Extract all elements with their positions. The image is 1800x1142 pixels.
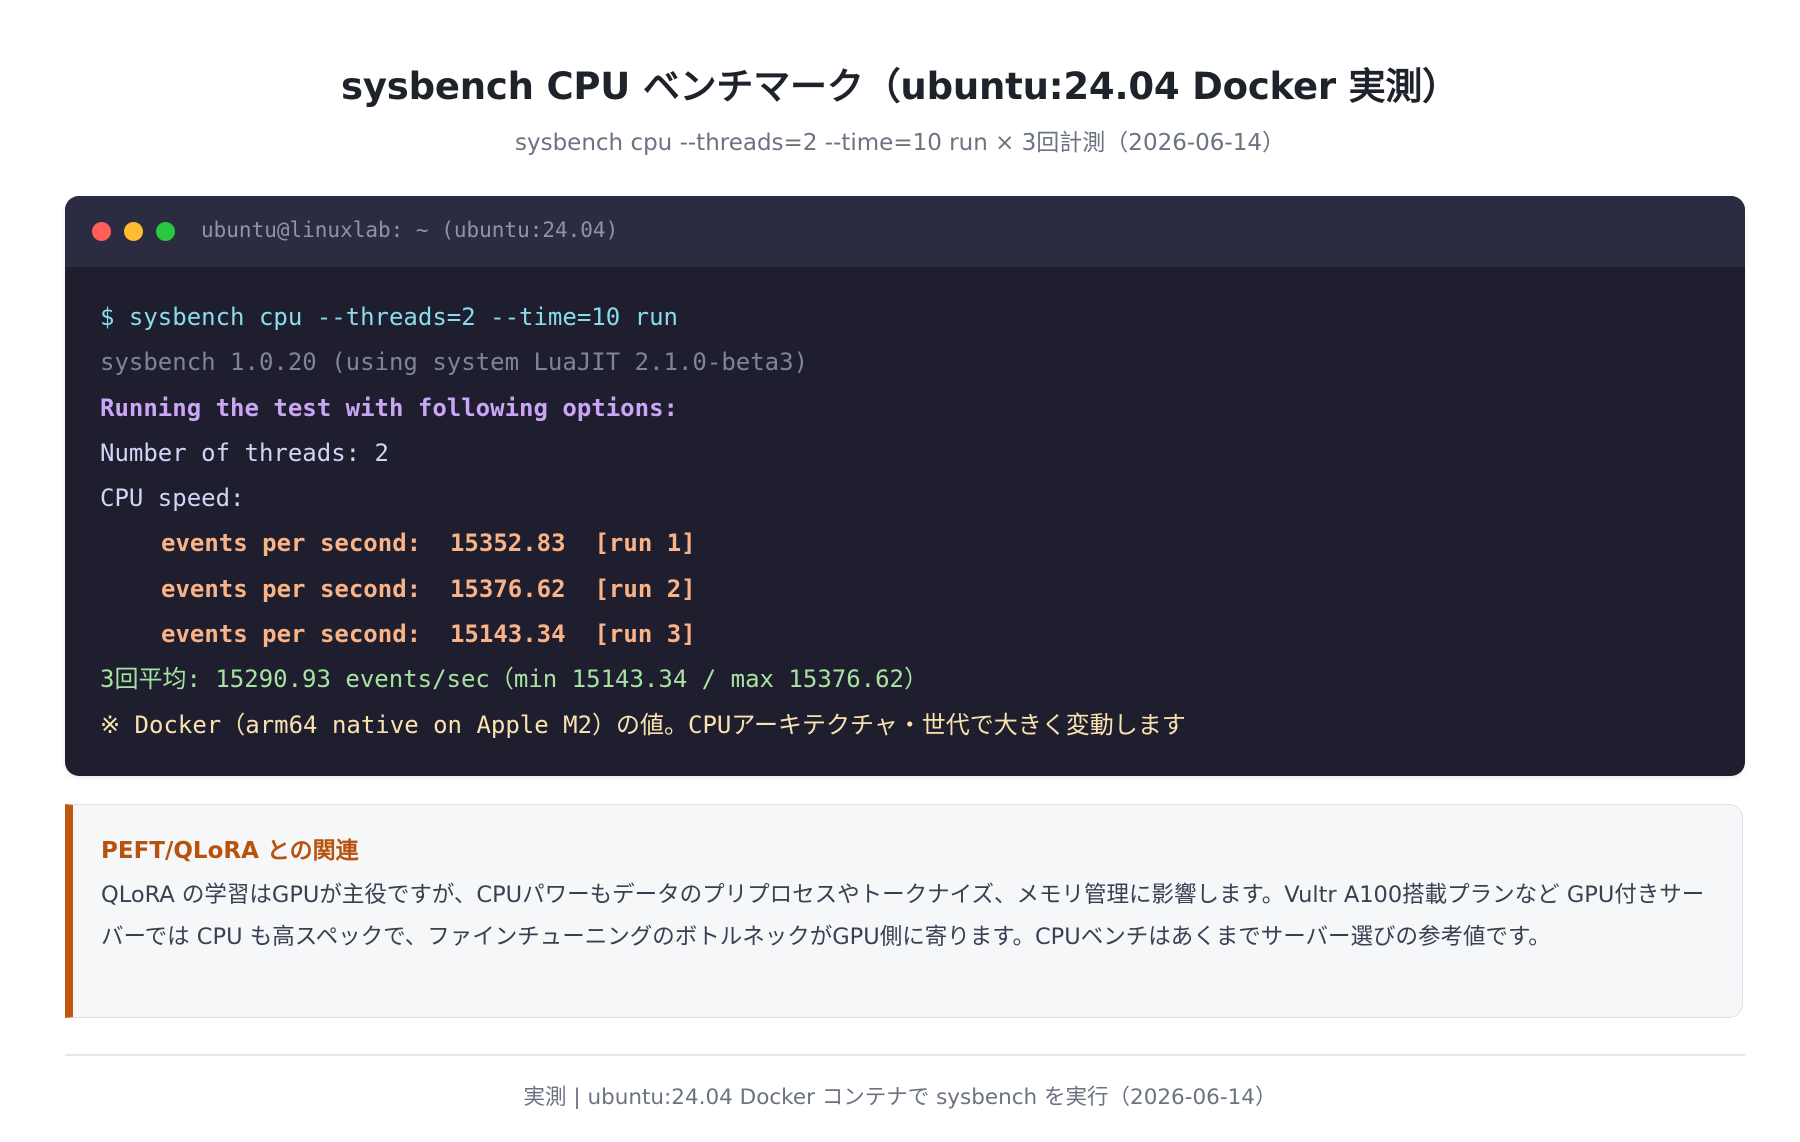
close-window-button[interactable] bbox=[92, 222, 111, 241]
maximize-window-button[interactable] bbox=[156, 222, 175, 241]
terminal-title-bar[interactable]: ubuntu@linuxlab: ~ (ubuntu:24.04) bbox=[65, 196, 1745, 267]
callout-text: QLoRA の学習はGPUが主役ですが、CPUパワーもデータのプリプロセスやトー… bbox=[101, 882, 1705, 950]
terminal-title: ubuntu@linuxlab: ~ (ubuntu:24.04) bbox=[201, 218, 619, 242]
terminal-options-header: Running the test with following options: bbox=[100, 393, 678, 422]
terminal-run-result-3: events per second: 15143.34 [run 3] bbox=[161, 620, 696, 649]
terminal-version-line: sysbench 1.0.20 (using system LuaJIT 2.1… bbox=[100, 348, 809, 377]
terminal-cpu-speed-line: CPU speed: bbox=[100, 484, 245, 513]
footer-divider bbox=[65, 1054, 1745, 1056]
page-title: sysbench CPU ベンチマーク（ubuntu:24.04 Docker … bbox=[341, 65, 1459, 108]
info-callout: PEFT/QLoRA との関連 QLoRA の学習はGPUが主役ですが、CPUパ… bbox=[65, 804, 1743, 1018]
footer-text: 実測 | ubuntu:24.04 Docker コンテナで sysbench … bbox=[523, 1085, 1277, 1110]
callout-title: PEFT/QLoRA との関連 bbox=[101, 838, 359, 864]
terminal-note-line: ※ Docker（arm64 native on Apple M2）の値。CPU… bbox=[100, 710, 1186, 739]
page: sysbench CPU ベンチマーク（ubuntu:24.04 Docker … bbox=[0, 0, 1800, 1142]
terminal-command-line: $ sysbench cpu --threads=2 --time=10 run bbox=[100, 303, 678, 331]
terminal-window[interactable]: ubuntu@linuxlab: ~ (ubuntu:24.04) $ sysb… bbox=[65, 196, 1745, 776]
terminal-run-result-1: events per second: 15352.83 [run 1] bbox=[161, 529, 696, 558]
terminal-average-line: 3回平均: 15290.93 events/sec（min 15143.34 /… bbox=[100, 665, 929, 694]
terminal-output[interactable]: $ sysbench cpu --threads=2 --time=10 run… bbox=[100, 295, 1186, 748]
terminal-threads-line: Number of threads: 2 bbox=[100, 438, 389, 467]
minimize-window-button[interactable] bbox=[124, 222, 143, 241]
terminal-run-result-2: events per second: 15376.62 [run 2] bbox=[161, 574, 696, 603]
page-subtitle: sysbench cpu --threads=2 --time=10 run ×… bbox=[515, 130, 1285, 156]
